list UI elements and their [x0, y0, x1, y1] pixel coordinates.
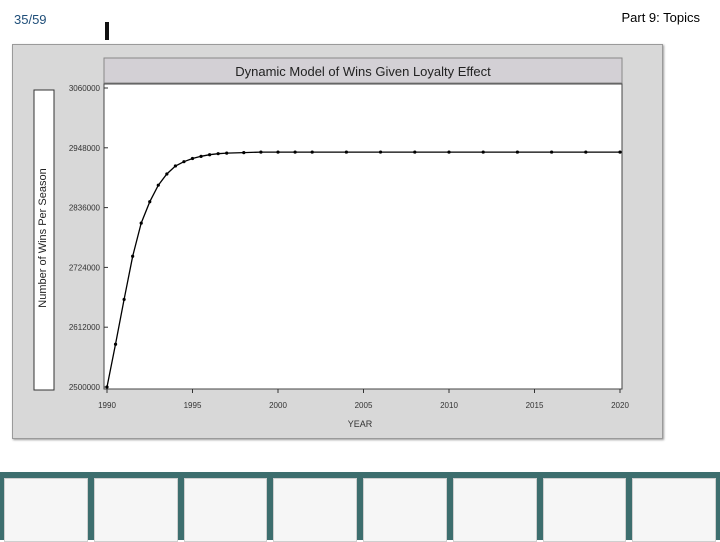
y-tick-label: 2948000	[69, 144, 101, 153]
data-point	[618, 150, 622, 154]
data-point	[310, 150, 314, 154]
data-point	[190, 156, 195, 161]
slide-number: 35/59	[14, 12, 47, 27]
thumbnail-row	[0, 478, 720, 542]
x-tick-label: 2020	[611, 401, 629, 410]
y-tick-label: 2724000	[69, 263, 101, 272]
data-point	[208, 153, 212, 157]
x-tick-label: 2000	[269, 401, 287, 410]
probability-plot-thumbnail-icon[interactable]	[273, 478, 357, 542]
x-axis-label: YEAR	[348, 419, 373, 429]
data-point	[165, 172, 169, 176]
data-point	[122, 297, 126, 302]
plot-area	[103, 83, 623, 390]
boxplot-thumbnail-icon[interactable]	[93, 478, 178, 542]
data-point	[276, 150, 280, 154]
data-point	[379, 150, 383, 154]
data-point	[225, 151, 229, 155]
chart-panel: Dynamic Model of Wins Given Loyalty Effe…	[12, 44, 663, 439]
data-point	[293, 150, 297, 154]
y-tick-label: 2612000	[69, 323, 101, 332]
data-point	[105, 385, 109, 389]
data-point	[515, 150, 519, 154]
data-point	[413, 150, 417, 154]
data-point	[550, 150, 554, 154]
y-tick-label: 2500000	[69, 383, 101, 392]
y-tick-label: 3060000	[69, 84, 101, 93]
data-point	[156, 183, 160, 187]
data-point	[131, 254, 135, 258]
data-point	[584, 150, 588, 154]
logistic-curve-thumbnail-icon[interactable]	[542, 478, 627, 542]
x-tick-label: 2005	[355, 401, 373, 410]
x-tick-label: 2010	[440, 401, 458, 410]
x-tick-label: 2015	[526, 401, 544, 410]
histogram-thumbnail-icon[interactable]	[452, 478, 537, 542]
x-tick-label: 1990	[98, 401, 116, 410]
scatter-fit-thumbnail-icon[interactable]	[363, 478, 447, 542]
x-tick-label: 1995	[184, 401, 202, 410]
scatter-histogram-thumbnail-icon[interactable]	[632, 478, 716, 542]
data-point	[481, 150, 485, 154]
data-point	[216, 152, 220, 156]
text-cursor-icon	[105, 22, 109, 40]
scatter-thumbnail-icon[interactable]	[183, 478, 268, 542]
data-point	[148, 200, 152, 204]
data-point	[173, 164, 177, 168]
y-axis-label: Number of Wins Per Season	[37, 168, 49, 307]
pie-chart-thumbnail-icon[interactable]	[4, 478, 88, 542]
data-point	[139, 221, 143, 225]
data-point	[344, 150, 348, 154]
slide-topic: Part 9: Topics	[621, 10, 700, 25]
data-point	[182, 160, 186, 164]
data-point	[259, 150, 263, 154]
data-point	[447, 150, 451, 154]
y-tick-label: 2836000	[69, 204, 101, 213]
line-chart: Dynamic Model of Wins Given Loyalty Effe…	[33, 57, 629, 429]
chart-title: Dynamic Model of Wins Given Loyalty Effe…	[235, 64, 491, 79]
data-point	[242, 151, 246, 155]
data-point	[113, 342, 118, 346]
data-point	[199, 154, 203, 158]
